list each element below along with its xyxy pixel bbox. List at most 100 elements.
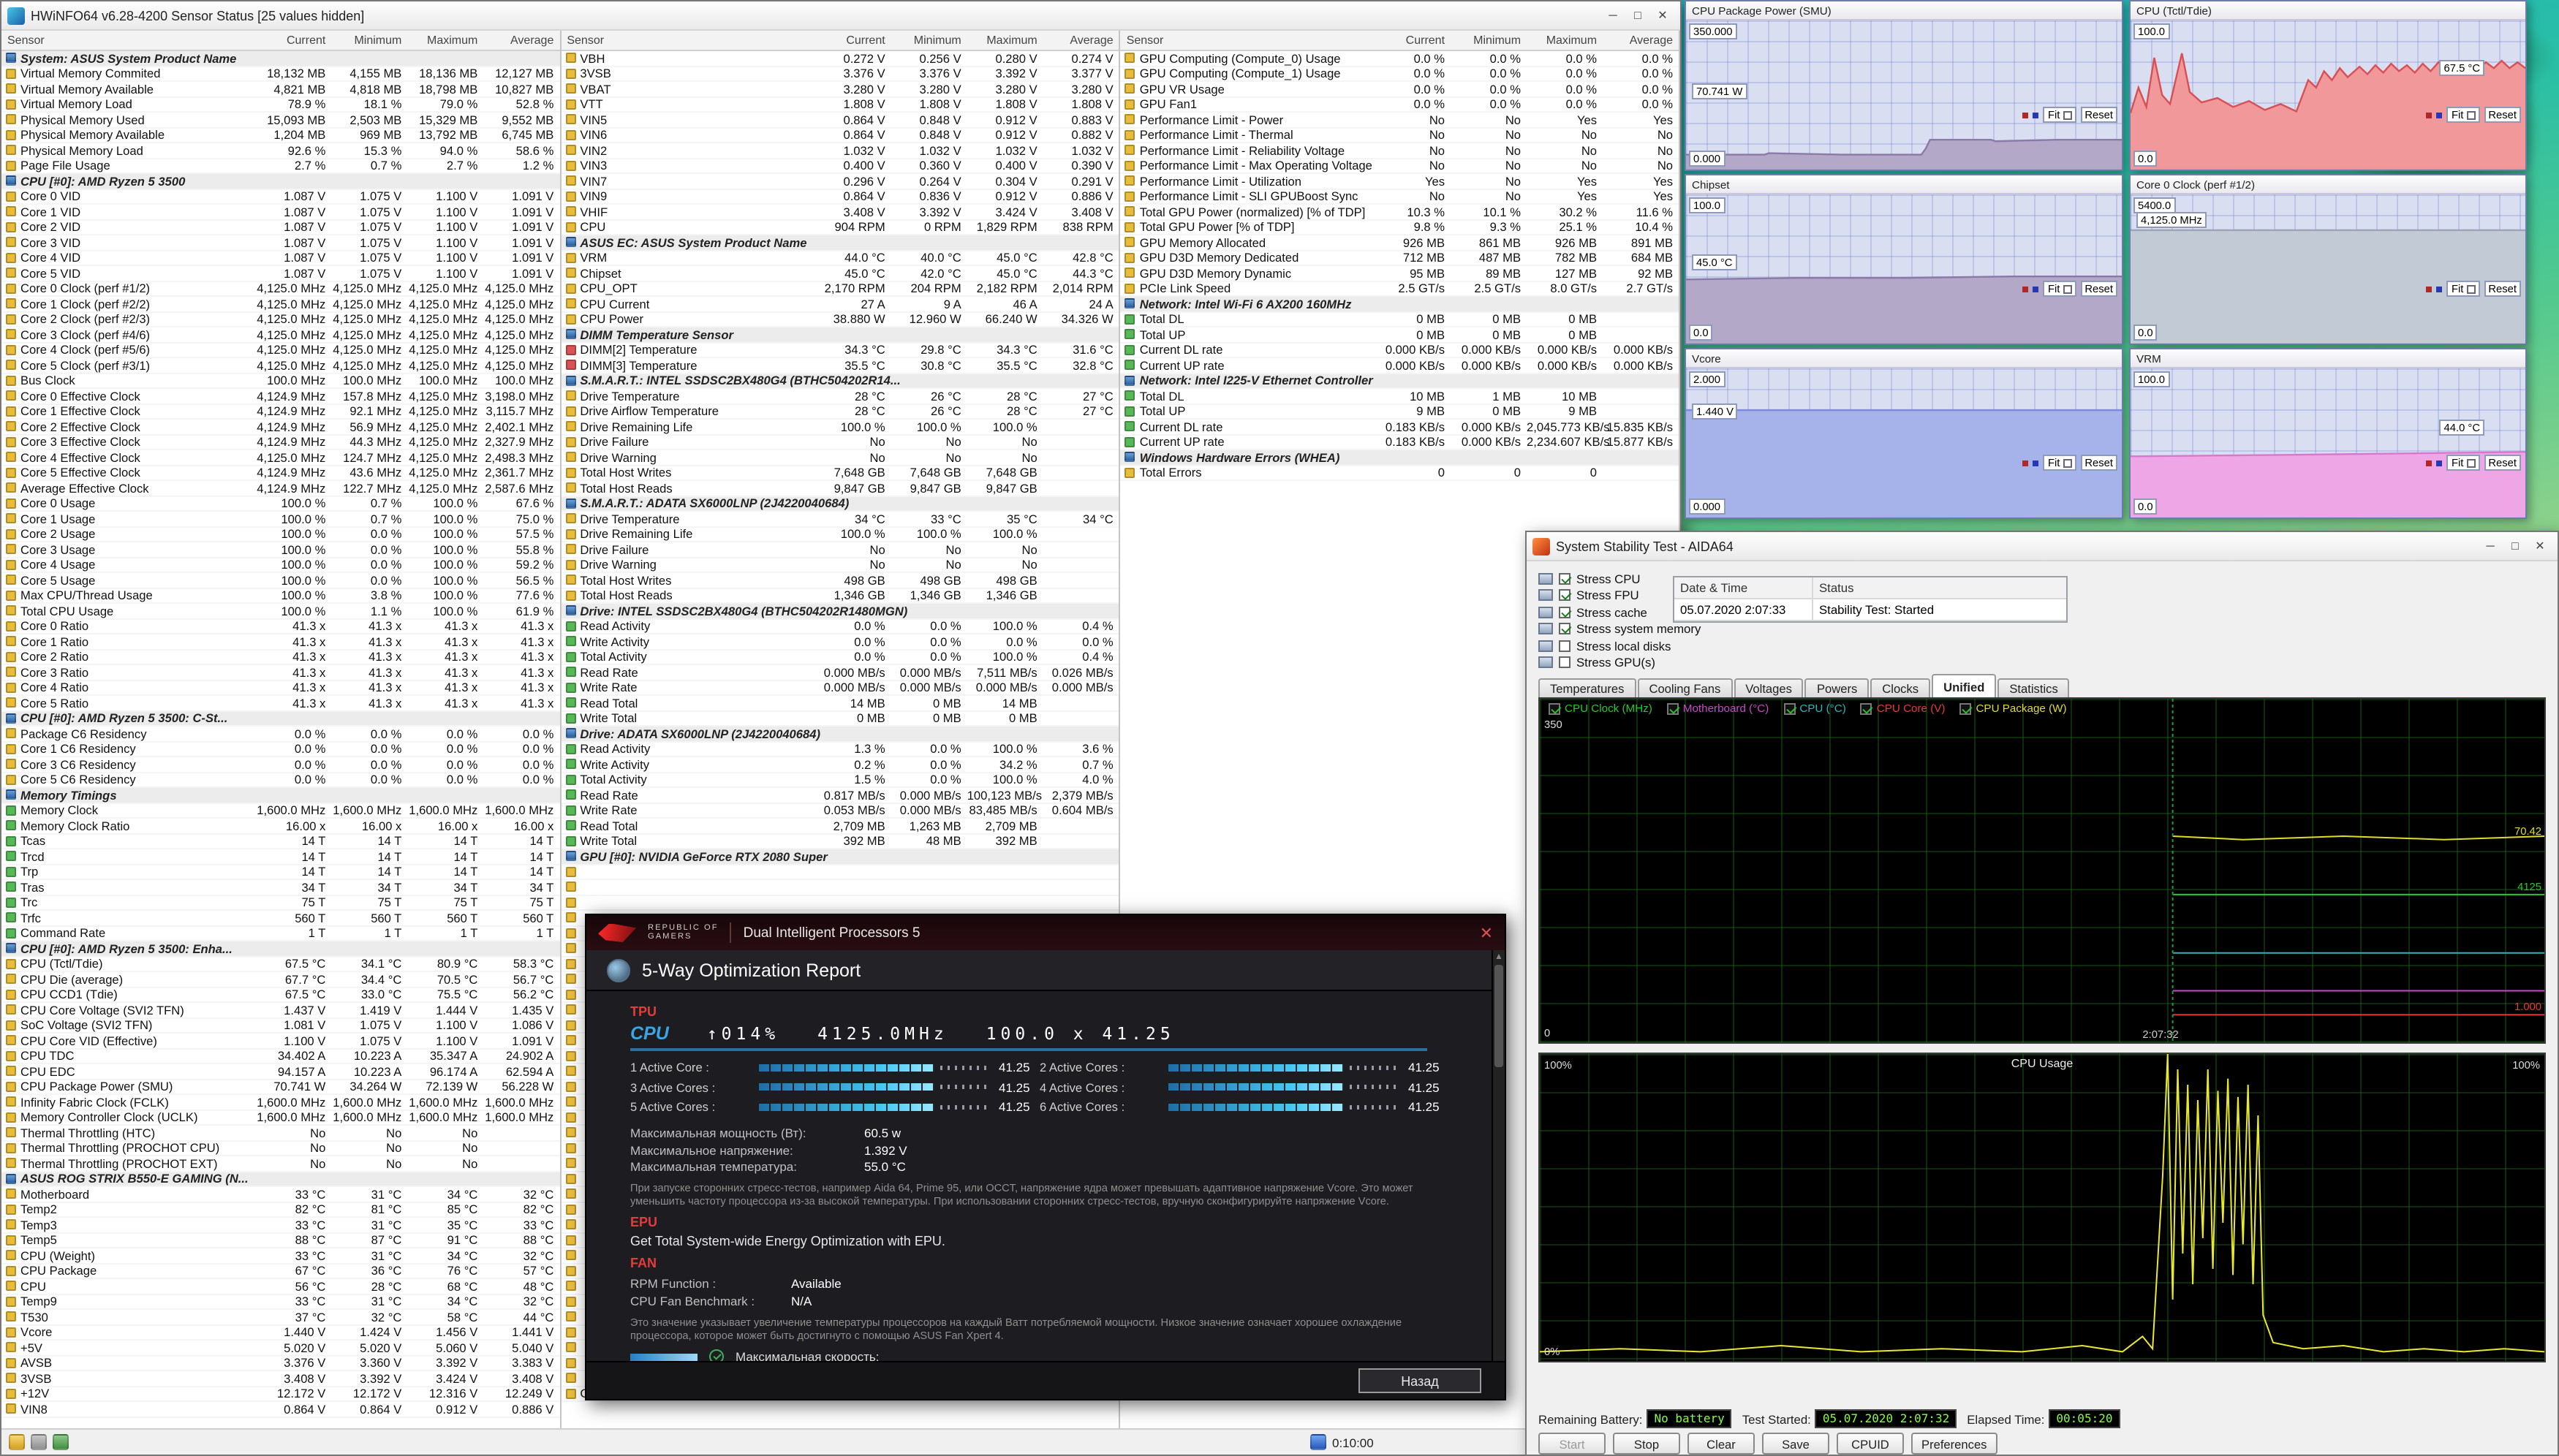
sensor-row[interactable]: Total UP9 MB0 MB9 MB <box>1121 404 1679 420</box>
sensor-row[interactable]: Core 0 Clock (perf #1/2)4,125.0 MHz4,125… <box>1 281 559 297</box>
checkbox[interactable] <box>1559 640 1570 652</box>
sensor-row[interactable]: Drive WarningNoNoNo <box>561 558 1119 573</box>
sensor-row[interactable]: Read Rate0.817 MB/s0.000 MB/s100,123 MB/… <box>561 788 1119 803</box>
stress-option[interactable]: Stress local disks <box>1538 637 1701 654</box>
sensor-graph-window[interactable]: CPU Package Power (SMU)350.0000.00070.74… <box>1685 0 2123 171</box>
sensor-row[interactable]: Temp933 °C31 °C34 °C32 °C <box>1 1294 559 1310</box>
legend-item[interactable]: CPU Clock (MHz) <box>1549 702 1652 715</box>
maximize-button[interactable]: □ <box>2503 536 2527 556</box>
sensor-row[interactable]: Tras34 T34 T34 T34 T <box>1 880 559 895</box>
sensor-row[interactable]: VBAT3.280 V3.280 V3.280 V3.280 V <box>561 82 1119 97</box>
sensor-row[interactable]: Current UP rate0.183 KB/s0.000 KB/s2,234… <box>1121 435 1679 450</box>
sensor-row[interactable]: GPU Computing (Compute_1) Usage0.0 %0.0 … <box>1121 67 1679 82</box>
sensor-row[interactable]: Drive Temperature34 °C33 °C35 °C34 °C <box>561 512 1119 527</box>
sensor-row[interactable]: Core 0 Usage100.0 %0.7 %100.0 %67.6 % <box>1 496 559 512</box>
sensor-row[interactable]: Motherboard33 °C31 °C34 °C32 °C <box>1 1187 559 1202</box>
close-icon[interactable]: ✕ <box>1480 923 1493 942</box>
sensor-row[interactable]: Drive WarningNoNoNo <box>561 450 1119 466</box>
graph-titlebar[interactable]: VRM <box>2131 349 2525 368</box>
sensor-row[interactable]: PCIe Link Speed2.5 GT/s2.5 GT/s8.0 GT/s2… <box>1121 281 1679 297</box>
sensor-row[interactable]: Max CPU/Thread Usage100.0 %3.8 %100.0 %7… <box>1 588 559 604</box>
legend-item[interactable]: CPU Core (V) <box>1861 702 1946 715</box>
fit-checkbox[interactable]: Fit <box>2044 281 2076 297</box>
sensor-row[interactable]: Read Total2,709 MB1,263 MB2,709 MB <box>561 819 1119 834</box>
sensor-group-header[interactable]: CPU [#0]: AMD Ryzen 5 3500: C-St... <box>1 711 559 727</box>
sensor-row[interactable]: Total UP0 MB0 MB0 MB <box>1121 327 1679 343</box>
sensor-row[interactable]: Read Activity0.0 %0.0 %100.0 %0.4 % <box>561 619 1119 634</box>
fit-checkbox[interactable]: Fit <box>2447 107 2479 123</box>
sensor-group-header[interactable]: Memory Timings <box>1 788 559 803</box>
sensor-row[interactable]: Core 2 Clock (perf #2/3)4,125.0 MHz4,125… <box>1 312 559 327</box>
sensor-row[interactable]: Current UP rate0.000 KB/s0.000 KB/s0.000… <box>1121 358 1679 374</box>
graph-titlebar[interactable]: Vcore <box>1686 349 2122 368</box>
sensor-row[interactable]: Core 2 Effective Clock4,124.9 MHz56.9 MH… <box>1 420 559 435</box>
legend-item[interactable]: Motherboard (°C) <box>1667 702 1769 715</box>
sensor-row[interactable]: Temp333 °C31 °C35 °C33 °C <box>1 1218 559 1233</box>
sensor-row[interactable]: Drive Temperature28 °C26 °C28 °C27 °C <box>561 389 1119 404</box>
sensor-row[interactable]: VIN60.864 V0.848 V0.912 V0.882 V <box>561 128 1119 143</box>
minimize-button[interactable]: ─ <box>2479 536 2502 556</box>
sensor-row[interactable]: CPU (Tctl/Tdie)67.5 °C34.1 °C80.9 °C58.3… <box>1 957 559 972</box>
sensor-row[interactable]: Write Rate0.053 MB/s0.000 MB/s83,485 MB/… <box>561 803 1119 819</box>
sensor-row[interactable]: Core 1 Usage100.0 %0.7 %100.0 %75.0 % <box>1 512 559 527</box>
sensor-row[interactable]: CPU904 RPM0 RPM1,829 RPM838 RPM <box>561 220 1119 235</box>
stress-option[interactable]: Stress GPU(s) <box>1538 654 1701 671</box>
close-button[interactable]: ✕ <box>1651 5 1674 26</box>
sensor-row[interactable]: 3VSB3.408 V3.392 V3.424 V3.408 V <box>1 1371 559 1387</box>
sensor-row[interactable]: Write Rate0.000 MB/s0.000 MB/s0.000 MB/s… <box>561 680 1119 696</box>
sensor-row[interactable]: +5V5.020 V5.020 V5.060 V5.040 V <box>1 1341 559 1356</box>
sensor-row[interactable]: Temp282 °C81 °C85 °C82 °C <box>1 1202 559 1218</box>
sensor-row[interactable]: VBH0.272 V0.256 V0.280 V0.274 V <box>561 51 1119 67</box>
stop-button[interactable]: Stop <box>1613 1433 1680 1455</box>
sensor-row[interactable]: Total Host Reads1,346 GB1,346 GB1,346 GB <box>561 588 1119 604</box>
sensor-row[interactable]: Trfc560 T560 T560 T560 T <box>1 911 559 926</box>
sensor-row[interactable]: Trp14 T14 T14 T14 T <box>1 865 559 880</box>
sensor-group-header[interactable]: Drive: INTEL SSDSC2BX480G4 (BTHC504202R1… <box>561 604 1119 619</box>
checkbox[interactable] <box>1783 702 1795 714</box>
sensor-row[interactable]: Core 3 Clock (perf #4/6)4,125.0 MHz4,125… <box>1 327 559 343</box>
clock-icon[interactable] <box>9 1434 25 1450</box>
minimize-button[interactable]: ─ <box>1601 5 1625 26</box>
save-button[interactable]: Save <box>1762 1433 1829 1455</box>
sensor-row[interactable]: Core 0 VID1.087 V1.075 V1.100 V1.091 V <box>1 189 559 205</box>
sensor-row[interactable]: Trcd14 T14 T14 T14 T <box>1 849 559 865</box>
sensor-group-header[interactable]: ASUS ROG STRIX B550-E GAMING (N... <box>1 1172 559 1187</box>
sensor-row[interactable]: Core 3 C6 Residency0.0 %0.0 %0.0 %0.0 % <box>1 757 559 773</box>
sensor-row[interactable]: Drive Airflow Temperature28 °C26 °C28 °C… <box>561 404 1119 420</box>
sensor-row[interactable]: Performance Limit - Reliability VoltageN… <box>1121 143 1679 159</box>
sensor-row[interactable]: Read Rate0.000 MB/s0.000 MB/s7,511 MB/s0… <box>561 665 1119 680</box>
sensor-row[interactable]: Thermal Throttling (HTC)NoNoNo <box>1 1126 559 1141</box>
graph-titlebar[interactable]: Chipset <box>1686 175 2122 194</box>
reset-button[interactable]: Reset <box>2080 107 2117 123</box>
checkbox[interactable] <box>1559 607 1570 618</box>
sensor-row[interactable]: Core 1 Clock (perf #2/2)4,125.0 MHz4,125… <box>1 297 559 312</box>
sensor-row[interactable]: Vcore1.440 V1.424 V1.456 V1.441 V <box>1 1325 559 1341</box>
sensor-row[interactable]: +12V12.172 V12.172 V12.316 V12.249 V <box>1 1387 559 1402</box>
tab-powers[interactable]: Powers <box>1805 678 1869 697</box>
fit-checkbox[interactable]: Fit <box>2447 455 2479 471</box>
checkbox[interactable] <box>1559 573 1570 585</box>
tab-voltages[interactable]: Voltages <box>1734 678 1804 697</box>
tab-temperatures[interactable]: Temperatures <box>1538 678 1636 697</box>
close-button[interactable]: ✕ <box>2528 536 2552 556</box>
scroll-up-icon[interactable]: ▲ <box>1493 950 1505 963</box>
tab-statistics[interactable]: Statistics <box>1997 678 2069 697</box>
checkbox[interactable] <box>1667 702 1679 714</box>
sensor-row[interactable]: VIN21.032 V1.032 V1.032 V1.032 V <box>561 143 1119 159</box>
sensor-row[interactable]: Current DL rate0.000 KB/s0.000 KB/s0.000… <box>1121 343 1679 358</box>
sensor-row[interactable]: Read Activity1.3 %0.0 %100.0 %3.6 % <box>561 742 1119 757</box>
legend-item[interactable]: CPU Package (W) <box>1959 702 2066 715</box>
sensor-row[interactable] <box>561 880 1119 895</box>
graph-titlebar[interactable]: Core 0 Clock (perf #1/2) <box>2131 175 2525 194</box>
graph-titlebar[interactable]: CPU (Tctl/Tdie) <box>2131 1 2525 20</box>
fit-checkbox[interactable]: Fit <box>2447 281 2479 297</box>
sensor-row[interactable]: Write Total0 MB0 MB0 MB <box>561 711 1119 727</box>
sensor-row[interactable]: VIN50.864 V0.848 V0.912 V0.883 V <box>561 113 1119 128</box>
sensor-row[interactable]: Chipset45.0 °C42.0 °C45.0 °C44.3 °C <box>561 266 1119 281</box>
sensor-row[interactable] <box>561 895 1119 911</box>
sensor-row[interactable]: CPU Core Voltage (SVI2 TFN)1.437 V1.419 … <box>1 1003 559 1018</box>
sensor-row[interactable]: GPU Fan10.0 %0.0 %0.0 %0.0 % <box>1121 97 1679 113</box>
sensor-row[interactable]: Core 4 Clock (perf #5/6)4,125.0 MHz4,125… <box>1 343 559 358</box>
sensor-row[interactable]: CPU Power38.880 W12.960 W66.240 W34.326 … <box>561 312 1119 327</box>
sensor-row[interactable]: Core 1 C6 Residency0.0 %0.0 %0.0 %0.0 % <box>1 742 559 757</box>
